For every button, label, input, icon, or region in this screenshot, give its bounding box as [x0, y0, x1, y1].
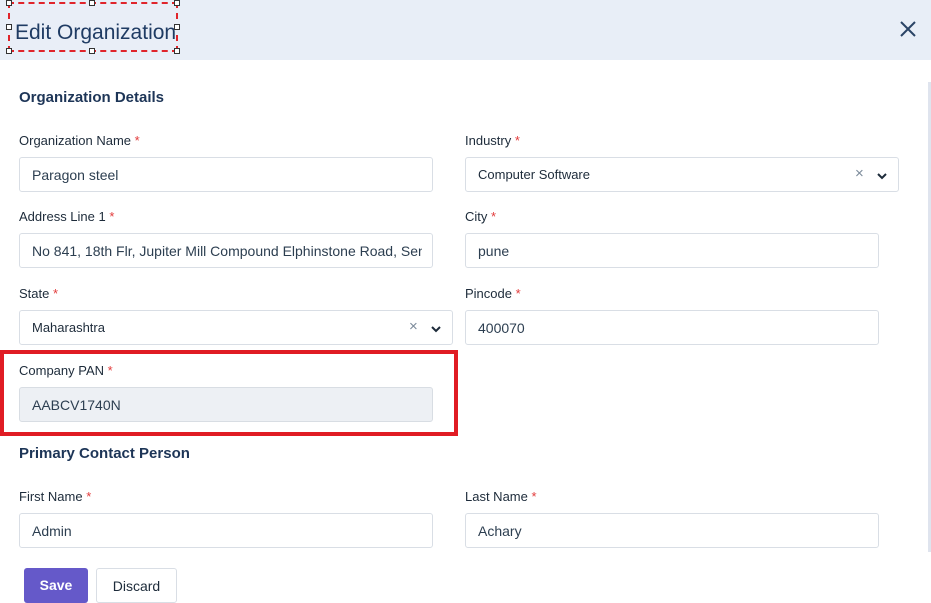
resize-handle[interactable]: [89, 0, 95, 6]
last-name-input[interactable]: Achary: [465, 513, 879, 548]
resize-handle[interactable]: [6, 48, 12, 54]
clear-icon[interactable]: ×: [855, 165, 864, 182]
discard-button[interactable]: Discard: [96, 568, 177, 603]
chevron-down-icon[interactable]: [876, 169, 888, 181]
industry-label: Industry *: [465, 133, 520, 148]
pincode-label: Pincode *: [465, 286, 521, 301]
city-input[interactable]: pune: [465, 233, 879, 268]
dialog-title: Edit Organization: [15, 21, 177, 44]
state-label: State *: [19, 286, 59, 301]
industry-select[interactable]: Computer Software ×: [465, 157, 899, 192]
last-name-label: Last Name *: [465, 489, 537, 504]
section-title-organization: Organization Details: [19, 89, 165, 106]
pincode-input[interactable]: 400070: [465, 310, 879, 345]
first-name-label: First Name *: [19, 489, 92, 504]
first-name-input[interactable]: Admin: [19, 513, 433, 548]
org-name-label: Organization Name *: [19, 133, 140, 148]
resize-handle[interactable]: [174, 0, 180, 6]
pan-label: Company PAN *: [19, 363, 113, 378]
resize-handle[interactable]: [89, 48, 95, 54]
resize-handle[interactable]: [174, 24, 180, 30]
resize-handle[interactable]: [174, 48, 180, 54]
pan-input: AABCV1740N: [19, 387, 433, 422]
resize-handle[interactable]: [6, 24, 12, 30]
city-label: City *: [465, 209, 497, 224]
address-label: Address Line 1 *: [19, 209, 115, 224]
org-name-input[interactable]: Paragon steel: [19, 157, 433, 192]
dialog-title-frame[interactable]: Edit Organization: [6, 0, 180, 54]
state-select[interactable]: Maharashtra ×: [19, 310, 453, 345]
clear-icon[interactable]: ×: [409, 318, 418, 335]
chevron-down-icon[interactable]: [430, 322, 442, 334]
resize-handle[interactable]: [6, 0, 12, 6]
dialog-header: Edit Organization: [0, 0, 931, 60]
section-title-contact: Primary Contact Person: [19, 445, 190, 462]
close-icon[interactable]: [897, 18, 919, 40]
address-input[interactable]: No 841, 18th Flr, Jupiter Mill Compound …: [19, 233, 433, 268]
save-button[interactable]: Save: [24, 568, 88, 603]
